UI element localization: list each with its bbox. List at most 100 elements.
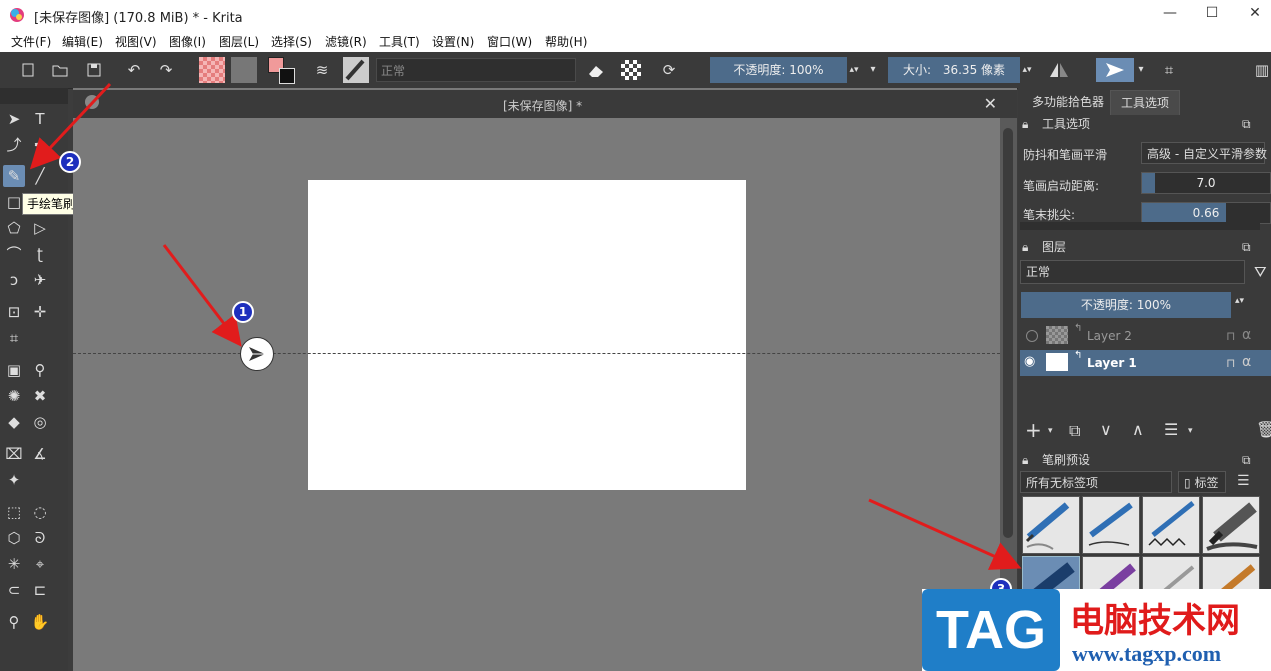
opacity-slider[interactable]: 不透明度: 100% [710,57,847,83]
eye-icon[interactable]: ◉ [1024,354,1035,369]
eyedropper-icon[interactable]: ⚲ [29,359,51,381]
brush-settings-icon[interactable]: ≋ [310,58,334,82]
preset-view-menu-icon[interactable]: ☰ [1237,473,1250,489]
layers-float-icon[interactable]: ⧉ [1242,237,1251,257]
close-document-button[interactable]: ✕ [984,94,997,113]
move-layer-down-icon[interactable]: ∨ [1100,420,1112,439]
layer-opacity-stepper-icon[interactable]: ▴▾ [1235,296,1244,306]
document-tab-title[interactable]: [未保存图像] * [503,97,582,114]
ellipse-select-icon[interactable]: ◌ [29,501,51,523]
chevron-down-icon[interactable]: ▾ [866,58,880,82]
enclose-fill-icon[interactable]: ◎ [29,411,51,433]
assistant-tool-icon[interactable]: ⌧ [3,443,25,465]
menu-view[interactable]: 视图(V) [115,33,157,50]
dock-layout-icon[interactable]: ▥ [1250,58,1271,82]
pan-tool-icon[interactable]: ✋ [29,611,51,633]
layer-lock-icon[interactable]: ⊓ [1226,356,1235,370]
measure-tool-icon[interactable]: ∡ [29,443,51,465]
move-tool-icon[interactable]: ✛ [29,301,51,323]
edit-shapes-icon[interactable]: ⤴ [3,134,25,156]
fill-gradient-swatch[interactable] [199,57,225,83]
menu-help[interactable]: 帮助(H) [545,33,587,50]
float-panel-icon[interactable]: ⧉ [1242,114,1251,134]
menu-image[interactable]: 图像(I) [169,33,206,50]
rect-select-icon[interactable]: ⬚ [3,501,25,523]
mirror-horizontal-icon[interactable] [1047,58,1071,82]
size-slider[interactable]: 大小: 36.35 像素 [888,57,1020,83]
duplicate-layer-icon[interactable]: ⧉ [1069,421,1080,441]
polygon-select-icon[interactable]: ⬡ [3,527,25,549]
layer-name[interactable]: Layer 1 [1087,356,1137,370]
foreground-background-colors[interactable] [268,57,296,85]
brush-preset-tile[interactable] [1142,496,1200,554]
mirror-active-icon[interactable] [1096,58,1134,82]
layer-name[interactable]: Layer 2 [1087,329,1132,343]
minimize-button[interactable]: — [1160,5,1180,25]
save-icon[interactable] [82,58,106,82]
tool-options-hscroll[interactable] [1020,222,1260,230]
lock-icon[interactable]: 🔒︎ [1022,114,1028,134]
calligraphy-icon[interactable]: ✒ [29,134,51,156]
size-stepper-icon[interactable]: ▴▾ [1021,58,1033,82]
preset-tag-filter-select[interactable]: 所有无标签项 [1020,471,1172,493]
tail-slider[interactable]: 0.66 [1141,202,1271,224]
magnetic-select-icon[interactable]: ⊏ [29,579,51,601]
brush-preset-tile[interactable] [1022,496,1080,554]
text-tool-icon[interactable]: T [29,108,51,130]
layer-lock-icon[interactable]: ⊓ [1226,329,1235,343]
layer-properties-icon[interactable]: ☰ [1164,420,1178,439]
layer-row[interactable]: ◉ ↰ Layer 1 ⊓ α [1020,350,1271,376]
menu-tools[interactable]: 工具(T) [379,33,420,50]
tab-tool-options[interactable]: 工具选项 [1110,90,1181,115]
pattern-swatch[interactable] [231,57,257,83]
bezier-tool-icon[interactable]: ⌒ [3,243,25,265]
brush-preset-swatch[interactable] [343,57,369,83]
select-shapes-icon[interactable]: ➤ [3,108,25,130]
alpha-preserve-icon[interactable] [621,60,641,80]
maximize-button[interactable]: ☐ [1202,5,1222,25]
contiguous-select-icon[interactable]: ✳ [3,553,25,575]
similar-select-icon[interactable]: ⌖ [29,553,51,575]
line-tool-icon[interactable]: ╱ [29,165,51,187]
brush-preset-tile[interactable] [1202,496,1260,554]
reload-preset-icon[interactable]: ⟳ [657,58,681,82]
layer-opacity-slider[interactable]: 不透明度: 100% [1021,292,1231,318]
polyline-tool-icon[interactable]: ▷ [29,217,51,239]
delete-layer-icon[interactable]: 🗑︎ [1256,420,1271,439]
canvas-scroll-thumb[interactable] [1003,128,1013,538]
menu-layer[interactable]: 图层(L) [219,33,259,50]
fill-bucket-icon[interactable]: ◆ [3,411,25,433]
alpha-lock-icon[interactable]: α [1242,354,1251,370]
eraser-icon[interactable] [584,58,608,82]
presets-lock-icon[interactable]: 🔒︎ [1022,450,1028,470]
menu-settings[interactable]: 设置(N) [432,33,474,50]
smoothing-select[interactable]: 高级 - 自定义平滑参数 [1141,142,1267,164]
mirror-axis-handle[interactable] [240,337,274,371]
bezier-select-icon[interactable]: ⊂ [3,579,25,601]
layers-lock-icon[interactable]: 🔒︎ [1022,237,1028,257]
visibility-off-icon[interactable] [1026,330,1038,342]
add-layer-icon[interactable]: + [1025,418,1042,442]
redo-icon[interactable]: ↷ [154,58,178,82]
smart-patch-icon[interactable]: ✖ [29,385,51,407]
freehand-brush-tool-icon[interactable]: ✎ [3,165,25,187]
presets-float-icon[interactable]: ⧉ [1242,450,1251,470]
reference-images-icon[interactable]: ✦ [3,469,25,491]
move-layer-up-icon[interactable]: ∧ [1132,420,1144,439]
transform-tool-icon[interactable]: ⊡ [3,301,25,323]
start-distance-slider[interactable]: 7.0 [1141,172,1271,194]
blend-mode-select[interactable]: 正常 [376,58,576,82]
new-document-icon[interactable] [16,58,40,82]
undo-icon[interactable]: ↶ [122,58,146,82]
mirror-options-chevron-icon[interactable]: ▾ [1135,58,1147,82]
open-folder-icon[interactable] [48,58,72,82]
alpha-lock-icon[interactable]: α [1242,327,1251,343]
filter-icon[interactable]: ⛛ [1254,263,1267,281]
polygon-tool-icon[interactable]: ⬠ [3,217,25,239]
layer-row[interactable]: ↰ Layer 2 ⊓ α [1020,323,1271,349]
tag-button[interactable]: ▯ 标签 [1178,471,1226,493]
brush-preset-tile[interactable] [1082,496,1140,554]
menu-filter[interactable]: 滤镜(R) [325,33,367,50]
tab-color-selector[interactable]: 多功能拾色器 [1022,90,1114,114]
opacity-stepper-icon[interactable]: ▴▾ [848,58,860,82]
